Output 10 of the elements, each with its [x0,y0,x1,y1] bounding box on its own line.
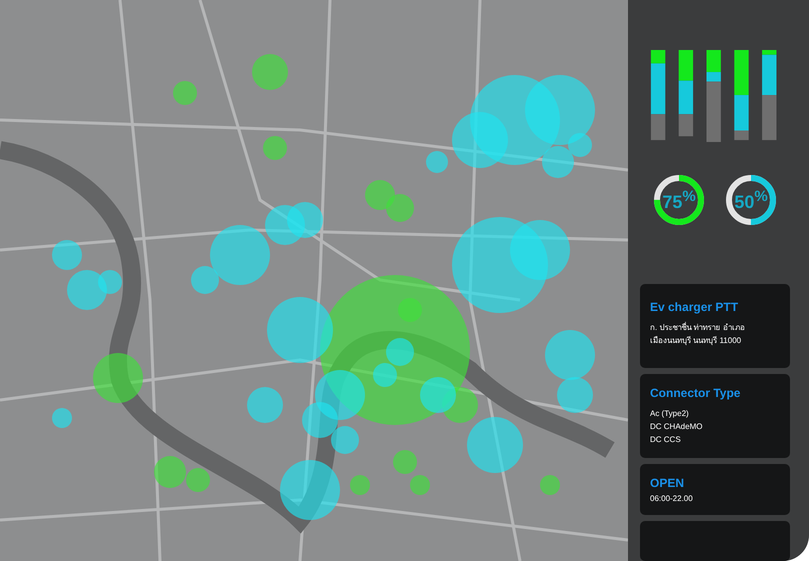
card-title: OPEN [650,475,686,492]
card-text: DC CHAdeMO [650,421,704,433]
card-text: DC CCS [650,434,682,446]
card-title: Connector Type [650,385,742,402]
card-text: 06:00-22.00 [650,493,694,505]
gauge-percent: 75$^{%}$ [661,188,697,213]
card-text: Ac (Type2) [650,408,690,420]
card-text: ก. ประชาชื่น ท่าทราย อำเภอเมืองนนทบุรี นนทบุรี 11000 [650,321,746,347]
card-title: Ev charger PTT [650,299,740,316]
gauge-percent: 50$^{%}$ [733,188,769,213]
